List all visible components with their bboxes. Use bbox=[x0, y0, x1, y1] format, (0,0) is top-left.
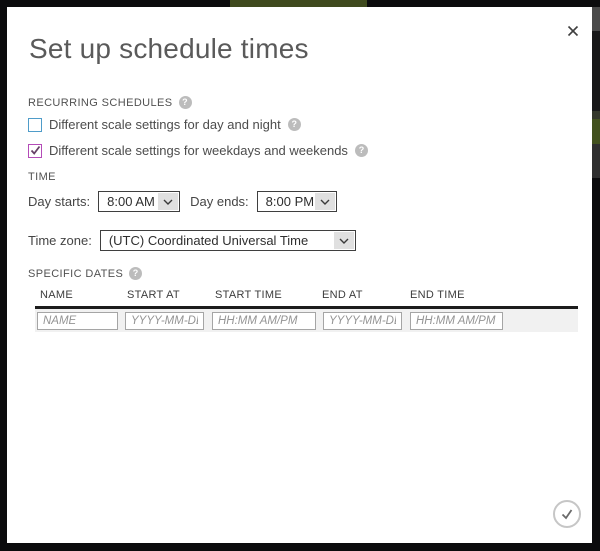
day-night-checkbox[interactable] bbox=[28, 118, 42, 132]
time-zone-row: Time zone: (UTC) Coordinated Universal T… bbox=[28, 230, 356, 251]
weekday-weekend-checkbox[interactable] bbox=[28, 144, 42, 158]
checkmark-icon bbox=[559, 506, 575, 522]
backdrop-accent bbox=[592, 7, 600, 31]
time-zone-value: (UTC) Coordinated Universal Time bbox=[101, 231, 333, 250]
column-header-end-at: END AT bbox=[322, 289, 363, 301]
page-background: Set up schedule times RECURRING SCHEDULE… bbox=[0, 0, 600, 551]
checkmark-icon bbox=[30, 145, 41, 156]
checkbox-row-weekday-weekend: Different scale settings for weekdays an… bbox=[28, 143, 368, 158]
day-starts-value: 8:00 AM bbox=[99, 192, 157, 211]
specific-dates-label: SPECIFIC DATES bbox=[28, 268, 123, 280]
day-ends-value: 8:00 PM bbox=[258, 192, 314, 211]
specific-dates-heading: SPECIFIC DATES ? bbox=[28, 267, 142, 280]
chevron-down-icon bbox=[158, 193, 178, 210]
time-zone-label: Time zone: bbox=[28, 233, 92, 248]
checkbox-label: Different scale settings for day and nig… bbox=[49, 117, 281, 132]
day-starts-select[interactable]: 8:00 AM bbox=[98, 191, 180, 212]
chevron-down-icon bbox=[315, 193, 335, 210]
end-date-input[interactable] bbox=[323, 312, 402, 330]
time-heading: TIME bbox=[28, 171, 56, 183]
column-header-start-time: START TIME bbox=[215, 289, 282, 301]
recurring-schedules-label: RECURRING SCHEDULES bbox=[28, 97, 173, 109]
end-time-input[interactable] bbox=[410, 312, 503, 330]
recurring-schedules-heading: RECURRING SCHEDULES ? bbox=[28, 96, 192, 109]
start-date-input[interactable] bbox=[125, 312, 204, 330]
close-icon[interactable] bbox=[564, 22, 582, 40]
help-icon[interactable]: ? bbox=[179, 96, 192, 109]
backdrop-accent bbox=[592, 144, 600, 178]
checkbox-label: Different scale settings for weekdays an… bbox=[49, 143, 348, 158]
help-icon[interactable]: ? bbox=[129, 267, 142, 280]
backdrop-accent bbox=[592, 31, 600, 111]
help-icon[interactable]: ? bbox=[288, 118, 301, 131]
backdrop-accent-olive bbox=[230, 0, 367, 7]
name-input[interactable] bbox=[37, 312, 118, 330]
day-ends-label: Day ends: bbox=[190, 194, 249, 209]
column-header-name: NAME bbox=[40, 289, 73, 301]
page-title: Set up schedule times bbox=[29, 33, 309, 65]
confirm-button[interactable] bbox=[553, 500, 581, 528]
checkbox-row-day-night: Different scale settings for day and nig… bbox=[28, 117, 301, 132]
help-icon[interactable]: ? bbox=[355, 144, 368, 157]
backdrop-accent bbox=[592, 111, 600, 119]
backdrop-accent-green bbox=[592, 119, 600, 144]
column-header-end-time: END TIME bbox=[410, 289, 465, 301]
day-ends-select[interactable]: 8:00 PM bbox=[257, 191, 337, 212]
schedule-times-dialog: Set up schedule times RECURRING SCHEDULE… bbox=[7, 7, 592, 543]
time-zone-select[interactable]: (UTC) Coordinated Universal Time bbox=[100, 230, 356, 251]
column-header-start-at: START AT bbox=[127, 289, 180, 301]
start-time-input[interactable] bbox=[212, 312, 316, 330]
time-label: TIME bbox=[28, 171, 56, 183]
day-times-row: Day starts: 8:00 AM Day ends: 8:00 PM bbox=[28, 191, 337, 212]
close-x-glyph bbox=[567, 25, 579, 37]
chevron-down-icon bbox=[334, 232, 354, 249]
day-starts-label: Day starts: bbox=[28, 194, 90, 209]
